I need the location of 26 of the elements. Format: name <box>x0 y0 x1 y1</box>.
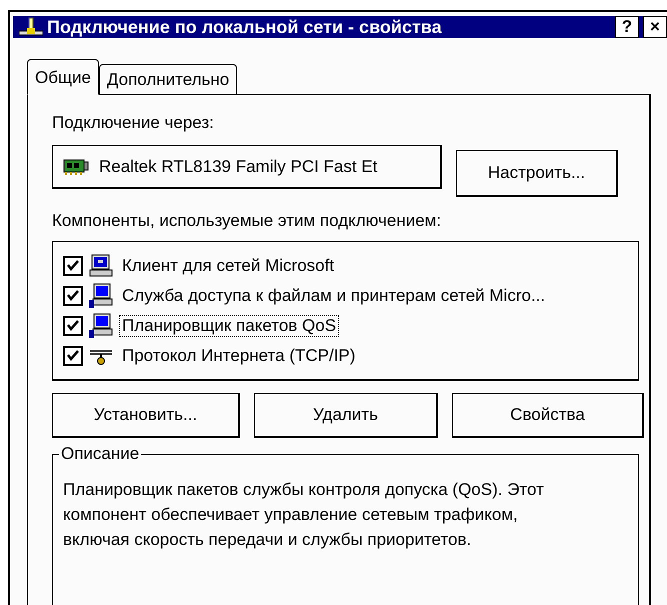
tab[interactable]: Дополнительно <box>98 64 238 94</box>
adapter-field: Realtek RTL8139 Family PCI Fast Et <box>52 145 442 189</box>
remove-button[interactable]: Удалить <box>254 393 438 438</box>
component-item[interactable]: Служба доступа к файлам и принтерам сетей Micro... <box>119 285 548 307</box>
checkbox[interactable] <box>63 286 83 306</box>
component-item[interactable]: Планировщик пакетов QoS <box>119 315 340 337</box>
components-label: Компоненты, используемые этим подключением: <box>52 211 442 231</box>
computer-icon <box>89 313 113 339</box>
close-button[interactable]: × <box>643 16 667 38</box>
tab[interactable]: Общие <box>27 59 99 95</box>
checkbox[interactable] <box>63 256 83 276</box>
checkbox[interactable] <box>63 346 83 366</box>
checkbox[interactable] <box>63 316 83 336</box>
network-card-icon <box>63 158 89 176</box>
properties-button[interactable]: Свойства <box>452 393 644 438</box>
component-item[interactable]: Протокол Интернета (TCP/IP) <box>119 345 358 367</box>
window-title: Подключение по локальной сети - свойства <box>47 16 443 38</box>
network-icon <box>19 16 43 38</box>
help-button[interactable]: ? <box>615 16 639 38</box>
computer-icon <box>89 283 113 309</box>
computer-icon <box>89 254 113 278</box>
description-text: Планировщик пакетов службы контроля допуска (QoS). Этот компонент обеспечивает управление сетевым трафиком, включая скорость передачи и службы приоритетов. <box>63 479 545 551</box>
component-item[interactable]: Клиент для сетей Microsoft <box>119 255 338 277</box>
install-button[interactable]: Установить... <box>52 393 240 438</box>
configure-button[interactable]: Настроить... <box>456 150 618 197</box>
connect-via-label: Подключение через: <box>52 113 215 133</box>
